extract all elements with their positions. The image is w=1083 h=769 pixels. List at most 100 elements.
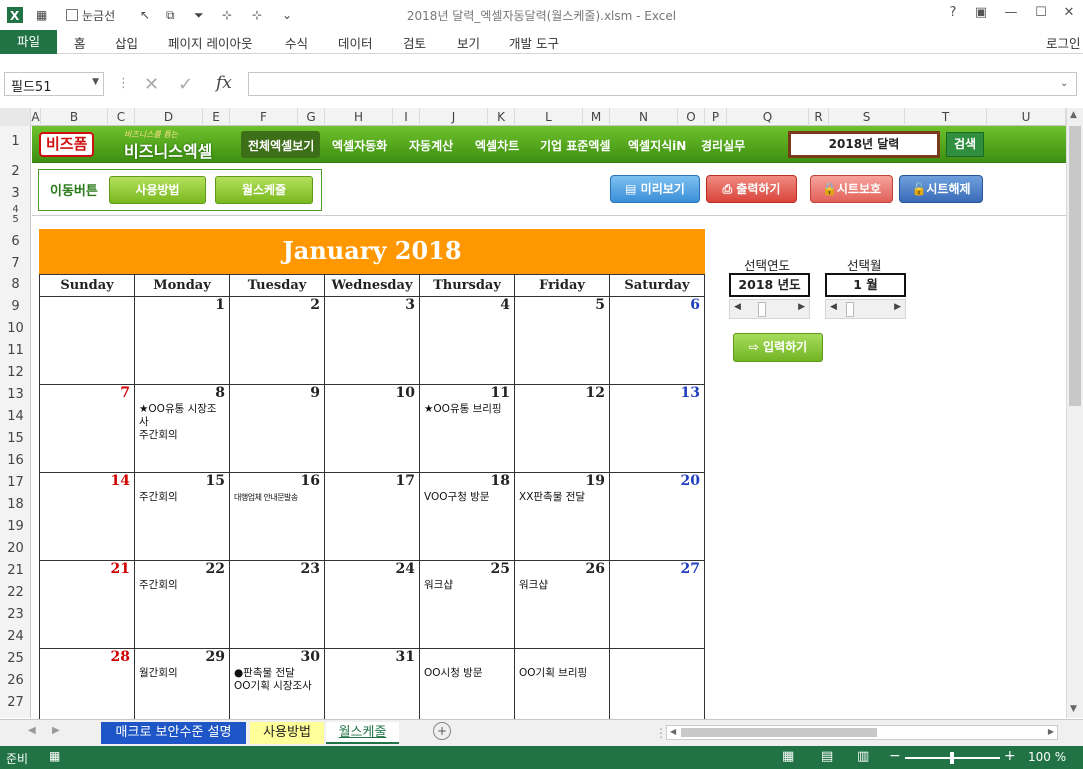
column-header[interactable]: G bbox=[298, 108, 325, 126]
prev-sheet-icon[interactable]: ◀ bbox=[28, 725, 36, 736]
ribbon-display-icon[interactable]: ▣ bbox=[970, 5, 992, 25]
year-value[interactable]: 2018 년도 bbox=[729, 273, 810, 297]
scroll-right-icon[interactable]: ▶ bbox=[798, 302, 805, 312]
scroll-thumb[interactable] bbox=[681, 728, 877, 737]
expand-formula-icon[interactable]: ⌄ bbox=[1060, 78, 1068, 89]
column-header[interactable]: D bbox=[135, 108, 203, 126]
calendar-day-cell[interactable]: 3 bbox=[324, 296, 420, 385]
row-header[interactable]: 10 bbox=[0, 321, 31, 336]
calendar-day-cell[interactable]: 27 bbox=[609, 560, 705, 649]
calendar-day-cell[interactable]: 6 bbox=[609, 296, 705, 385]
tab-page-layout[interactable]: 페이지 레이아웃 bbox=[168, 33, 252, 52]
nav-excel-knowledge[interactable]: 엑셀지식iN bbox=[628, 137, 686, 154]
row-header[interactable]: 19 bbox=[0, 519, 31, 534]
calendar-day-cell[interactable]: 2 bbox=[229, 296, 325, 385]
row-header[interactable]: 23 bbox=[0, 607, 31, 622]
tab-developer[interactable]: 개발 도구 bbox=[509, 33, 559, 52]
calendar-day-cell[interactable]: 21 bbox=[39, 560, 135, 649]
column-header[interactable]: P bbox=[705, 108, 727, 126]
row-header[interactable]: 24 bbox=[0, 629, 31, 644]
row-header[interactable]: 9 bbox=[0, 299, 31, 314]
calendar-day-cell[interactable]: 22 주간회의 bbox=[134, 560, 230, 649]
calendar-day-cell[interactable]: 19 XX판촉물 전달 bbox=[514, 472, 610, 561]
calendar-day-cell[interactable]: 7 bbox=[39, 384, 135, 473]
page-break-view-icon[interactable]: ▥ bbox=[857, 749, 869, 764]
bizforms-logo[interactable]: 비즈폼 bbox=[39, 132, 95, 157]
scroll-left-icon[interactable]: ◀ bbox=[830, 302, 837, 312]
row-header[interactable]: 26 bbox=[0, 673, 31, 688]
column-header[interactable]: L bbox=[515, 108, 583, 126]
month-scrollbar[interactable]: ◀ ▶ bbox=[825, 299, 906, 319]
nav-all-excel[interactable]: 전체엑셀보기 bbox=[248, 137, 314, 154]
maximize-icon[interactable]: ☐ bbox=[1030, 5, 1052, 25]
column-header[interactable]: S bbox=[829, 108, 905, 126]
add-sheet-icon[interactable]: + bbox=[433, 722, 451, 740]
select-all-corner[interactable] bbox=[0, 108, 31, 126]
zoom-in-icon[interactable]: + bbox=[1004, 748, 1016, 764]
row-header[interactable]: 3 bbox=[0, 186, 31, 201]
calendar-day-cell[interactable]: 13 bbox=[609, 384, 705, 473]
year-scrollbar[interactable]: ◀ ▶ bbox=[729, 299, 810, 319]
row-header[interactable]: 8 bbox=[0, 277, 31, 292]
row-header[interactable]: 7 bbox=[0, 256, 31, 271]
row-header[interactable]: 1 bbox=[0, 134, 31, 149]
column-header[interactable]: I bbox=[393, 108, 420, 126]
column-header[interactable]: K bbox=[488, 108, 515, 126]
calendar-day-cell[interactable]: 9 bbox=[229, 384, 325, 473]
scroll-right-icon[interactable]: ▶ bbox=[894, 302, 901, 312]
search-button[interactable]: 검색 bbox=[946, 132, 984, 157]
horizontal-scrollbar[interactable]: ◀ ▶ bbox=[666, 725, 1058, 740]
calendar-day-cell[interactable]: 11 ★OO유통 브리핑 bbox=[419, 384, 515, 473]
column-header[interactable]: O bbox=[678, 108, 705, 126]
tab-file[interactable]: 파일 bbox=[0, 30, 57, 54]
column-header[interactable]: H bbox=[325, 108, 393, 126]
row-header[interactable]: 22 bbox=[0, 585, 31, 600]
calendar-day-cell[interactable]: 18 VOO구청 방문 bbox=[419, 472, 515, 561]
column-header[interactable]: M bbox=[583, 108, 610, 126]
column-header[interactable]: A bbox=[31, 108, 41, 126]
tab-home[interactable]: 홈 bbox=[74, 33, 86, 52]
row-header[interactable]: 27 bbox=[0, 695, 31, 710]
calendar-day-cell[interactable]: 16 대행업체 안내문발송 bbox=[229, 472, 325, 561]
row-header[interactable]: 18 bbox=[0, 497, 31, 512]
column-header[interactable]: U bbox=[987, 108, 1066, 126]
row-header[interactable]: 13 bbox=[0, 387, 31, 402]
calendar-day-cell[interactable]: 1 bbox=[134, 296, 230, 385]
calendar-day-cell[interactable]: 8 ★OO유통 시장조사 주간회의 bbox=[134, 384, 230, 473]
close-icon[interactable]: ✕ bbox=[1058, 5, 1080, 25]
zoom-slider[interactable] bbox=[905, 752, 1000, 764]
calendar-day-cell[interactable]: 17 bbox=[324, 472, 420, 561]
calendar-day-cell[interactable]: 10 bbox=[324, 384, 420, 473]
column-header[interactable]: Q bbox=[727, 108, 809, 126]
calendar-day-cell[interactable]: 23 bbox=[229, 560, 325, 649]
row-header[interactable]: 6 bbox=[0, 234, 31, 249]
protect-sheet-button[interactable]: 🔒시트보호 bbox=[810, 175, 893, 203]
nav-excel-automation[interactable]: 엑셀자동화 bbox=[332, 137, 387, 154]
calendar-day-cell[interactable]: 4 bbox=[419, 296, 515, 385]
tab-formulas[interactable]: 수식 bbox=[285, 33, 308, 52]
column-header[interactable]: B bbox=[41, 108, 108, 126]
scroll-thumb[interactable] bbox=[1069, 126, 1081, 406]
column-header[interactable]: R bbox=[809, 108, 829, 126]
sheet-tab-schedule[interactable]: 월스케줄 bbox=[326, 722, 399, 744]
calendar-day-cell[interactable] bbox=[39, 296, 135, 385]
nav-auto-calc[interactable]: 자동계산 bbox=[409, 137, 453, 154]
row-header[interactable]: 20 bbox=[0, 541, 31, 556]
sheet-tab-macro[interactable]: 매크로 보안수준 설명 bbox=[101, 722, 246, 744]
calendar-day-cell[interactable]: 20 bbox=[609, 472, 705, 561]
name-box[interactable]: 필드51 ▼ bbox=[4, 72, 104, 96]
nav-corporate-excel[interactable]: 기업 표준엑셀 bbox=[540, 137, 610, 154]
scroll-down-icon[interactable]: ▼ bbox=[1070, 704, 1077, 714]
usage-button[interactable]: 사용방법 bbox=[109, 176, 206, 204]
row-header[interactable]: 11 bbox=[0, 343, 31, 358]
input-button[interactable]: ⇨ 입력하기 bbox=[733, 333, 823, 362]
column-header[interactable]: F bbox=[230, 108, 298, 126]
zoom-thumb[interactable] bbox=[950, 752, 954, 764]
page-layout-view-icon[interactable]: ▤ bbox=[821, 749, 833, 764]
calendar-day-cell[interactable]: 24 bbox=[324, 560, 420, 649]
minimize-icon[interactable]: — bbox=[1000, 5, 1022, 25]
calendar-day-cell[interactable]: 5 bbox=[514, 296, 610, 385]
cancel-icon[interactable]: ✕ bbox=[144, 74, 159, 95]
row-header[interactable]: 16 bbox=[0, 453, 31, 468]
scroll-thumb[interactable] bbox=[758, 302, 766, 317]
